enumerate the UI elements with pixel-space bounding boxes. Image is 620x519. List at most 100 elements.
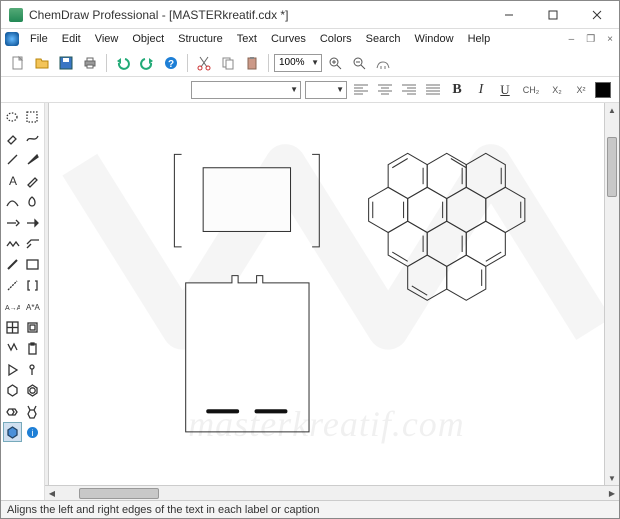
- align-center-button[interactable]: [375, 80, 395, 100]
- close-button[interactable]: [575, 1, 619, 28]
- svg-text:A→A: A→A: [5, 305, 20, 312]
- text-tool[interactable]: A: [3, 170, 22, 190]
- template-tool[interactable]: [23, 317, 42, 337]
- marquee-tool[interactable]: [23, 107, 42, 127]
- superscript-button[interactable]: X²: [571, 80, 591, 100]
- font-combo[interactable]: ▼: [191, 81, 301, 99]
- underline-button[interactable]: U: [495, 80, 515, 100]
- clip-tool[interactable]: [23, 338, 42, 358]
- cleanup-button[interactable]: [372, 52, 394, 74]
- doc-icon: [5, 32, 19, 46]
- status-bar: Aligns the left and right edges of the t…: [1, 500, 619, 518]
- menu-text[interactable]: Text: [230, 31, 264, 47]
- mdi-restore-button[interactable]: ❐: [580, 34, 601, 45]
- bracket-tool[interactable]: [23, 275, 42, 295]
- fontsize-combo[interactable]: ▼: [305, 81, 347, 99]
- mdi-close-button[interactable]: ×: [601, 34, 619, 45]
- menu-structure[interactable]: Structure: [171, 31, 230, 47]
- menu-edit[interactable]: Edit: [55, 31, 88, 47]
- main-toolbar: ? 100%▼: [1, 49, 619, 77]
- bold-button[interactable]: B: [447, 80, 467, 100]
- svg-text:i: i: [32, 428, 34, 438]
- lasso-tool[interactable]: [3, 107, 22, 127]
- minimize-button[interactable]: [487, 1, 531, 28]
- menu-file[interactable]: File: [23, 31, 55, 47]
- dropdown-icon: ▼: [308, 58, 319, 67]
- subscript-button[interactable]: X₂: [547, 80, 567, 100]
- curve-tool[interactable]: [3, 191, 22, 211]
- chain-tool[interactable]: [3, 233, 22, 253]
- status-text: Aligns the left and right edges of the t…: [7, 504, 319, 516]
- menu-object[interactable]: Object: [125, 31, 171, 47]
- canvas-area: masterkreatif.com ▲ ▼ ◀ ▶: [45, 103, 619, 500]
- drawing-page[interactable]: masterkreatif.com: [49, 103, 604, 485]
- svg-text:?: ?: [168, 59, 174, 70]
- redo-button[interactable]: [136, 52, 158, 74]
- 3d-tool[interactable]: [3, 422, 22, 442]
- atom-reaction-tool[interactable]: A→A: [3, 296, 22, 316]
- maximize-button[interactable]: [531, 1, 575, 28]
- menu-curves[interactable]: Curves: [264, 31, 313, 47]
- info-tool[interactable]: i: [23, 422, 42, 442]
- app-icon: [9, 8, 23, 22]
- table-tool[interactable]: [3, 317, 22, 337]
- tool-palette: A A→A A*A i: [1, 103, 45, 500]
- bond-tool[interactable]: [3, 149, 22, 169]
- zoom-out-button[interactable]: [348, 52, 370, 74]
- paste-button[interactable]: [241, 52, 263, 74]
- arrow-tool[interactable]: [3, 212, 22, 232]
- freehand-tool[interactable]: [23, 128, 42, 148]
- vertical-scrollbar[interactable]: ▲ ▼: [604, 103, 619, 485]
- query-tool[interactable]: A*A: [23, 296, 42, 316]
- menu-search[interactable]: Search: [359, 31, 408, 47]
- solid-bond-tool[interactable]: [3, 254, 22, 274]
- scroll-left-icon[interactable]: ◀: [45, 489, 59, 498]
- horizontal-scrollbar[interactable]: ◀ ▶: [45, 485, 619, 500]
- scroll-right-icon[interactable]: ▶: [605, 489, 619, 498]
- undo-button[interactable]: [112, 52, 134, 74]
- copy-button[interactable]: [217, 52, 239, 74]
- menu-help[interactable]: Help: [461, 31, 498, 47]
- pen-tool[interactable]: [23, 170, 42, 190]
- dropdown-icon: ▼: [333, 85, 344, 94]
- play-tool[interactable]: [3, 359, 22, 379]
- save-button[interactable]: [55, 52, 77, 74]
- align-left-button[interactable]: [351, 80, 371, 100]
- zoom-value: 100%: [279, 57, 308, 68]
- italic-button[interactable]: I: [471, 80, 491, 100]
- align-justify-button[interactable]: [423, 80, 443, 100]
- menu-colors[interactable]: Colors: [313, 31, 359, 47]
- scroll-down-icon[interactable]: ▼: [605, 471, 619, 485]
- dashed-bond-tool[interactable]: [3, 275, 22, 295]
- print-button[interactable]: [79, 52, 101, 74]
- eraser-tool[interactable]: [3, 128, 22, 148]
- box-tool[interactable]: [23, 254, 42, 274]
- menu-view[interactable]: View: [88, 31, 126, 47]
- vscroll-thumb[interactable]: [607, 137, 617, 197]
- open-button[interactable]: [31, 52, 53, 74]
- window-title: ChemDraw Professional - [MASTERkreatif.c…: [29, 8, 487, 22]
- zoom-combo[interactable]: 100%▼: [274, 54, 322, 72]
- tlc-tool[interactable]: [3, 338, 22, 358]
- polyaromatic-tool[interactable]: [3, 401, 22, 421]
- benzene-tool[interactable]: [3, 380, 22, 400]
- wedge-tool[interactable]: [23, 149, 42, 169]
- color-swatch[interactable]: [595, 82, 611, 98]
- cyclohexane-tool[interactable]: [23, 380, 42, 400]
- symbol-tool[interactable]: [23, 359, 42, 379]
- mdi-minimize-button[interactable]: –: [563, 34, 581, 45]
- formula-button[interactable]: CH₂: [519, 80, 543, 100]
- scroll-up-icon[interactable]: ▲: [605, 103, 619, 117]
- new-button[interactable]: [7, 52, 29, 74]
- hscroll-thumb[interactable]: [79, 488, 159, 499]
- align-right-button[interactable]: [399, 80, 419, 100]
- orbital-tool[interactable]: [23, 191, 42, 211]
- menubar: File Edit View Object Structure Text Cur…: [1, 29, 619, 49]
- menu-window[interactable]: Window: [407, 31, 460, 47]
- acyclic-tool[interactable]: [23, 233, 42, 253]
- cut-button[interactable]: [193, 52, 215, 74]
- zoom-in-button[interactable]: [324, 52, 346, 74]
- reaction-arrow-tool[interactable]: [23, 212, 42, 232]
- help-button[interactable]: ?: [160, 52, 182, 74]
- ring-tool[interactable]: [23, 401, 42, 421]
